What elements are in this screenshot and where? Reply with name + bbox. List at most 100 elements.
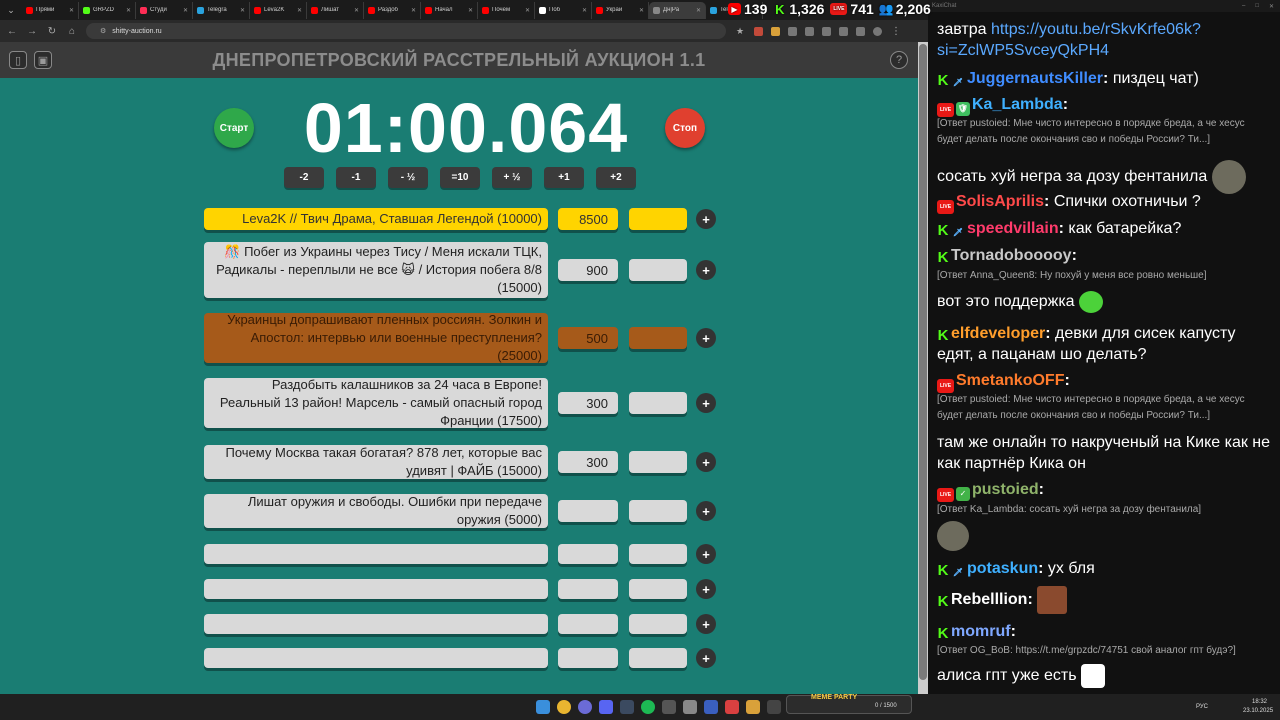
clock-date[interactable]: 23.10.2025 [1243,708,1273,714]
chat-nick[interactable]: momruf [951,623,1011,640]
stop-button[interactable]: Стоп [665,108,705,148]
bid-input[interactable] [629,451,687,473]
browser-tab[interactable]: Украи ✕ [592,1,649,19]
lot-amount-field[interactable] [558,500,618,522]
extension-icon[interactable] [771,26,780,36]
app-icon[interactable] [767,700,781,714]
browser-tab[interactable]: Начал ✕ [421,1,478,19]
back-icon[interactable]: ← [6,26,18,37]
app-icon[interactable] [578,700,592,714]
time-adjust-button[interactable]: + ½ [492,167,532,188]
lot-name-field[interactable] [204,579,548,599]
lot-name-field[interactable]: Раздобыть калашников за 24 часа в Европе… [204,377,548,428]
start-button[interactable]: Старт [214,108,254,148]
forward-icon[interactable]: → [26,26,38,37]
chrome-icon[interactable] [557,700,571,714]
lot-name-field[interactable]: Почему Москва такая богатая? 878 лет, ко… [204,445,548,479]
add-bid-button[interactable]: + [696,501,716,521]
maximize-icon[interactable]: □ [1255,3,1259,10]
bid-input[interactable] [629,208,687,230]
chat-nick[interactable]: SmetankoOFF [956,372,1064,389]
lot-name-field[interactable]: Leva2K // Твич Драма, Ставшая Легендой (… [204,208,548,230]
steam-icon[interactable] [620,700,634,714]
browser-tab[interactable]: Дн|Ра ✕ [649,1,706,19]
chat-nick[interactable]: pustoied [972,481,1039,498]
extension-icon[interactable] [805,26,814,36]
lot-amount-field[interactable]: 300 [558,451,618,473]
tab-close-icon[interactable]: ✕ [582,7,587,14]
minimize-icon[interactable]: – [1242,3,1245,10]
chat-nick[interactable]: potaskun [967,560,1038,577]
browser-tab[interactable]: Студи ✕ [136,1,193,19]
bid-input[interactable] [629,259,687,281]
lot-amount-field[interactable]: 500 [558,327,618,349]
app-icon[interactable] [746,700,760,714]
browser-menu-icon[interactable]: ⋮ [890,26,902,37]
extension-icon[interactable] [788,26,797,36]
time-adjust-button[interactable]: -2 [284,167,324,188]
tab-close-icon[interactable]: ✕ [354,7,359,14]
clock-time[interactable]: 18:32 [1252,699,1267,705]
browser-tab[interactable]: Leva2K ✕ [250,1,307,19]
lot-name-field[interactable]: 🎊 Побег из Украины через Тису / Меня иск… [204,242,548,298]
add-bid-button[interactable]: + [696,328,716,348]
tab-close-icon[interactable]: ✕ [696,7,701,14]
add-bid-button[interactable]: + [696,209,716,229]
tab-close-icon[interactable]: ✕ [297,7,302,14]
sidebar-icon[interactable] [856,26,865,36]
browser-tab[interactable]: GRPZD ✕ [79,1,136,19]
tab-close-icon[interactable]: ✕ [639,7,644,14]
lot-name-field[interactable] [204,544,548,564]
browser-tab[interactable]: Раздоб ✕ [364,1,421,19]
add-bid-button[interactable]: + [696,544,716,564]
start-menu-icon[interactable] [536,700,550,714]
home-icon[interactable]: ⌂ [66,26,78,37]
app-icon[interactable] [662,700,676,714]
bid-input[interactable] [629,614,687,634]
download-icon[interactable] [839,26,848,36]
add-bid-button[interactable]: + [696,260,716,280]
browser-tab[interactable]: Прями ✕ [22,1,79,19]
chat-nick[interactable]: Tornadobooooy [951,247,1072,264]
lot-amount-field[interactable] [558,579,618,599]
bid-input[interactable] [629,579,687,599]
lot-name-field[interactable] [204,648,548,668]
bid-input[interactable] [629,648,687,668]
time-adjust-button[interactable]: +2 [596,167,636,188]
bid-input[interactable] [629,327,687,349]
browser-tab[interactable]: Telegra ✕ [193,1,250,19]
chat-nick[interactable]: Rebelllion [951,591,1027,608]
lot-amount-field[interactable]: 300 [558,392,618,414]
chat-nick[interactable]: JuggernautsKiller [967,70,1103,87]
keyboard-language[interactable]: РУС [1196,704,1208,710]
tab-close-icon[interactable]: ✕ [126,7,131,14]
bid-input[interactable] [629,544,687,564]
tab-close-icon[interactable]: ✕ [183,7,188,14]
chat-nick[interactable]: Ka_Lambda [972,96,1063,113]
spotify-icon[interactable] [641,700,655,714]
time-adjust-button[interactable]: =10 [440,167,480,188]
bid-input[interactable] [629,392,687,414]
tab-close-icon[interactable]: ✕ [468,7,473,14]
tab-search-icon[interactable]: ⌄ [4,3,18,17]
browser-tab[interactable]: Почем ✕ [478,1,535,19]
time-adjust-button[interactable]: -1 [336,167,376,188]
lot-amount-field[interactable] [558,544,618,564]
close-icon[interactable]: ✕ [1269,3,1274,10]
profile-icon[interactable] [873,26,882,36]
add-bid-button[interactable]: + [696,579,716,599]
discord-icon[interactable] [599,700,613,714]
chat-nick[interactable]: SolisAprilis [956,193,1044,210]
address-bar[interactable]: ⚙ shitty-auction.ru [86,23,726,39]
tab-close-icon[interactable]: ✕ [525,7,530,14]
extension-icon[interactable] [754,26,763,36]
chat-nick[interactable]: elfdeveloper [951,325,1045,342]
extensions-puzzle-icon[interactable] [822,26,831,36]
lot-name-field[interactable]: Лишат оружия и свободы. Ошибки при перед… [204,494,548,528]
tab-close-icon[interactable]: ✕ [411,7,416,14]
reload-icon[interactable]: ↻ [46,26,58,37]
browser-tab[interactable]: Поб ✕ [535,1,592,19]
lot-amount-field[interactable]: 8500 [558,208,618,230]
app-icon[interactable] [725,700,739,714]
time-adjust-button[interactable]: - ½ [388,167,428,188]
